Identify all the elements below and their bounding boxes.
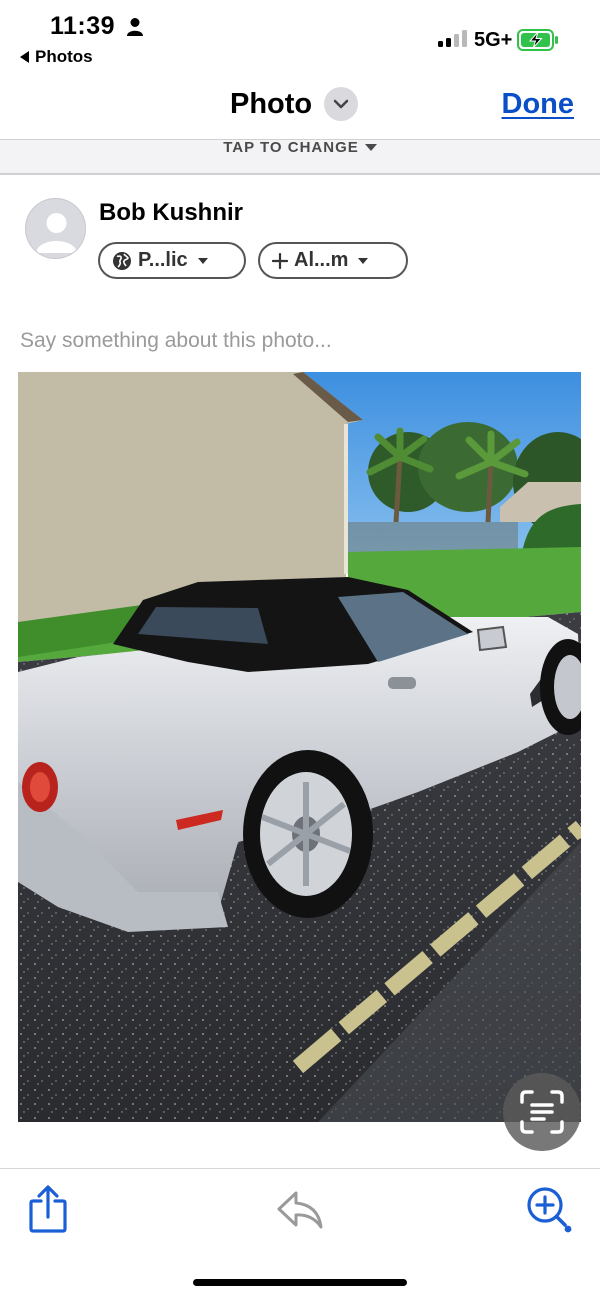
plus-icon [272, 252, 288, 269]
privacy-selector[interactable]: P...lic [98, 242, 246, 279]
caret-down-icon [197, 257, 208, 264]
zoom-in-icon[interactable] [525, 1185, 573, 1233]
photo-title-menu[interactable]: Photo [230, 87, 359, 121]
signal-icon [438, 30, 467, 47]
bottom-toolbar [0, 1168, 600, 1298]
live-text-scan-button[interactable] [503, 1073, 581, 1151]
back-triangle-icon [20, 51, 29, 63]
tap-to-change-bar[interactable]: TAP TO CHANGE [0, 140, 600, 175]
status-bar: 11:39 Photos 5G+ [0, 0, 600, 72]
chevron-down-icon[interactable] [324, 87, 359, 121]
privacy-label: P...lic [138, 249, 188, 271]
clock: 11:39 [50, 12, 116, 40]
person-icon [127, 18, 143, 36]
home-indicator[interactable] [193, 1279, 407, 1286]
user-name: Bob Kushnir [99, 199, 243, 226]
done-button[interactable]: Done [502, 88, 575, 121]
back-to-app-link[interactable]: Photos [20, 47, 93, 67]
network-label: 5G+ [474, 29, 513, 51]
avatar [25, 198, 86, 259]
tap-to-change[interactable]: TAP TO CHANGE [223, 140, 377, 155]
scan-text-icon [520, 1090, 564, 1134]
caret-down-icon [358, 257, 369, 264]
globe-icon [113, 251, 131, 270]
default-avatar-icon [36, 213, 77, 253]
caption-input[interactable]: Say something about this photo... [20, 329, 332, 353]
album-label: Al...m [294, 249, 349, 271]
photo-preview[interactable] [18, 372, 581, 1122]
album-selector[interactable]: Al...m [258, 242, 408, 279]
tap-to-change-label: TAP TO CHANGE [223, 139, 359, 156]
back-app-label: Photos [35, 47, 93, 66]
share-icon[interactable] [28, 1185, 68, 1235]
page-title: Photo [230, 87, 313, 120]
caret-down-icon [364, 144, 377, 151]
reply-icon[interactable] [276, 1189, 324, 1231]
car-photo-image [18, 372, 581, 1122]
battery-charging-icon [517, 29, 558, 51]
nav-header: Photo Done [0, 72, 600, 140]
